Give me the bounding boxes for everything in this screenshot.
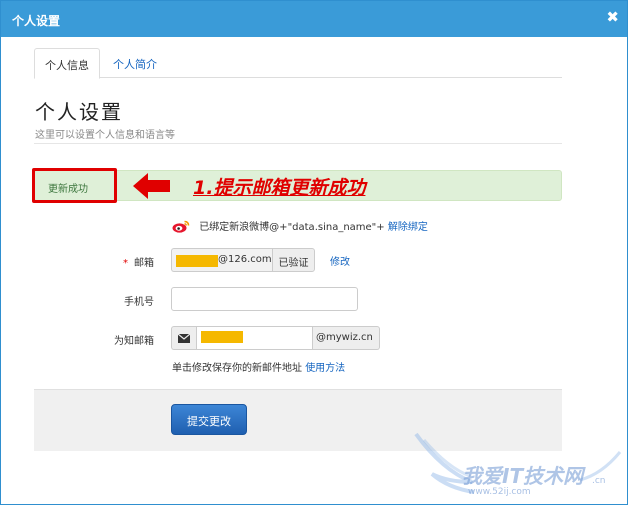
submit-button[interactable]: 提交更改 xyxy=(171,404,247,435)
weibo-icon xyxy=(172,220,190,233)
weibo-bound-text: 已绑定新浪微博@+"data.sina_name"+ xyxy=(199,222,385,233)
email-label: 邮箱 xyxy=(134,258,154,269)
redacted-highlight xyxy=(176,255,218,267)
page-title: 个人设置 xyxy=(35,100,123,124)
watermark-cn: .cn xyxy=(592,476,606,486)
verified-badge: 已验证 xyxy=(272,248,315,272)
watermark-text: 我爱IT技术网 xyxy=(462,464,584,488)
annotation-highlight-box xyxy=(32,168,117,203)
email-label-wrap: * 邮箱 xyxy=(34,254,154,269)
weibo-binding: 已绑定新浪微博@+"data.sina_name"+ 解除绑定 xyxy=(172,218,428,234)
modify-email-link[interactable]: 修改 xyxy=(330,253,350,268)
usage-link[interactable]: 使用方法 xyxy=(305,363,345,374)
phone-input[interactable] xyxy=(171,287,358,311)
annotation-arrow-icon xyxy=(133,173,170,199)
divider xyxy=(34,143,562,144)
help-text-row: 单击修改保存你的新邮件地址 使用方法 xyxy=(172,359,345,374)
email-input[interactable]: @126.com xyxy=(171,248,272,272)
required-mark: * xyxy=(123,258,128,269)
close-icon[interactable]: ✖ xyxy=(606,10,619,25)
tab-personal-info[interactable]: 个人信息 xyxy=(34,48,100,79)
redacted-highlight xyxy=(201,331,243,343)
help-text: 单击修改保存你的新邮件地址 xyxy=(172,363,302,374)
notify-email-label: 为知邮箱 xyxy=(114,336,154,347)
page-subtitle: 这里可以设置个人信息和语言等 xyxy=(35,130,175,141)
unbind-link[interactable]: 解除绑定 xyxy=(388,222,428,233)
envelope-addon xyxy=(171,326,196,350)
phone-label: 手机号 xyxy=(124,297,154,308)
watermark-url: www.52ij.com xyxy=(468,487,531,497)
annotation-text: 1.提示邮箱更新成功 xyxy=(193,177,366,199)
tab-personal-profile[interactable]: 个人简介 xyxy=(103,48,167,78)
notify-email-domain: @mywiz.cn xyxy=(313,326,380,350)
email-domain: @126.com xyxy=(218,254,272,265)
notify-email-input[interactable] xyxy=(196,326,313,350)
dialog-titlebar: 个人设置 ✖ xyxy=(1,1,627,37)
tab-bar: 个人信息 个人简介 xyxy=(34,48,562,79)
envelope-icon xyxy=(178,334,190,343)
dialog-title: 个人设置 xyxy=(12,14,61,28)
